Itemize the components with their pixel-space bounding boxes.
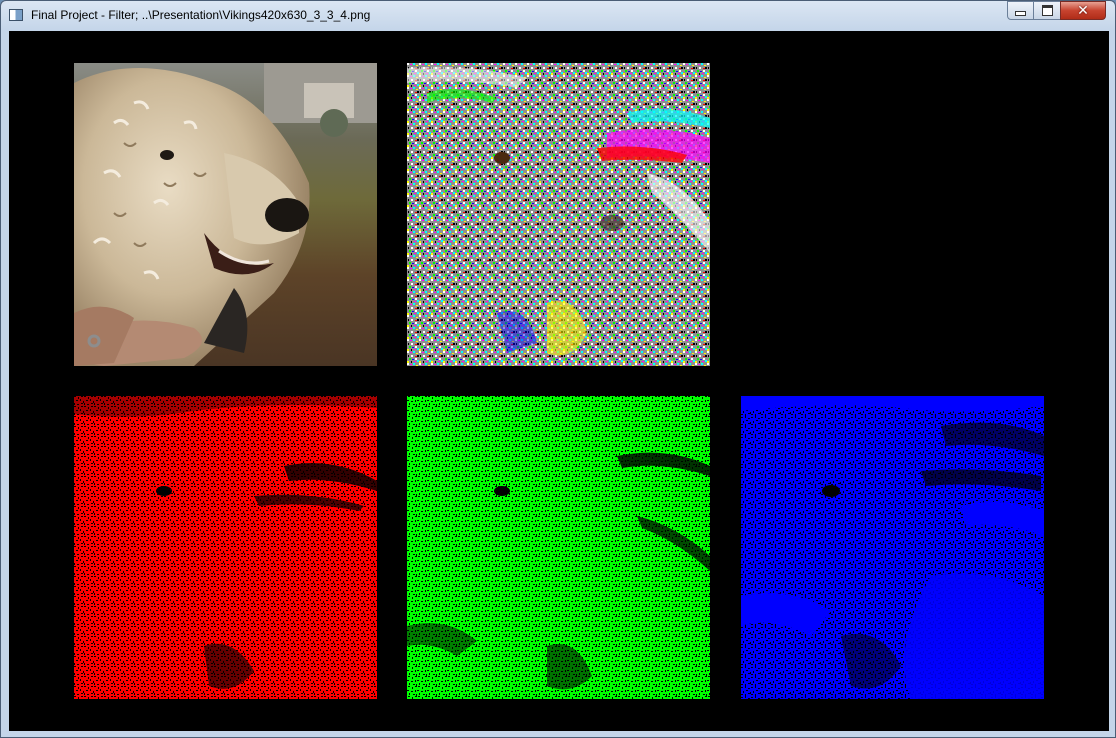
original-image [74, 63, 377, 366]
minimize-button[interactable] [1007, 1, 1034, 20]
red-channel-image [74, 396, 377, 699]
maximize-icon [1041, 5, 1053, 16]
green-channel-image [407, 396, 710, 699]
green-channel-canvas [407, 396, 710, 699]
window-title: Final Project - Filter; ..\Presentation\… [31, 8, 371, 22]
close-button[interactable]: ✕ [1060, 1, 1106, 20]
app-window: Final Project - Filter; ..\Presentation\… [0, 0, 1116, 738]
minimize-icon [1015, 11, 1026, 16]
canvas-area [9, 31, 1109, 731]
blue-channel-image [741, 396, 1044, 699]
noise-combined-image [407, 63, 710, 366]
red-channel-canvas [74, 396, 377, 699]
blue-channel-canvas [741, 396, 1044, 699]
maximize-button[interactable] [1033, 1, 1061, 20]
noise-combined-canvas [407, 63, 710, 366]
dog-photo [74, 63, 377, 366]
close-icon: ✕ [1077, 2, 1089, 19]
app-icon [9, 9, 23, 21]
title-bar[interactable]: Final Project - Filter; ..\Presentation\… [1, 1, 1115, 30]
